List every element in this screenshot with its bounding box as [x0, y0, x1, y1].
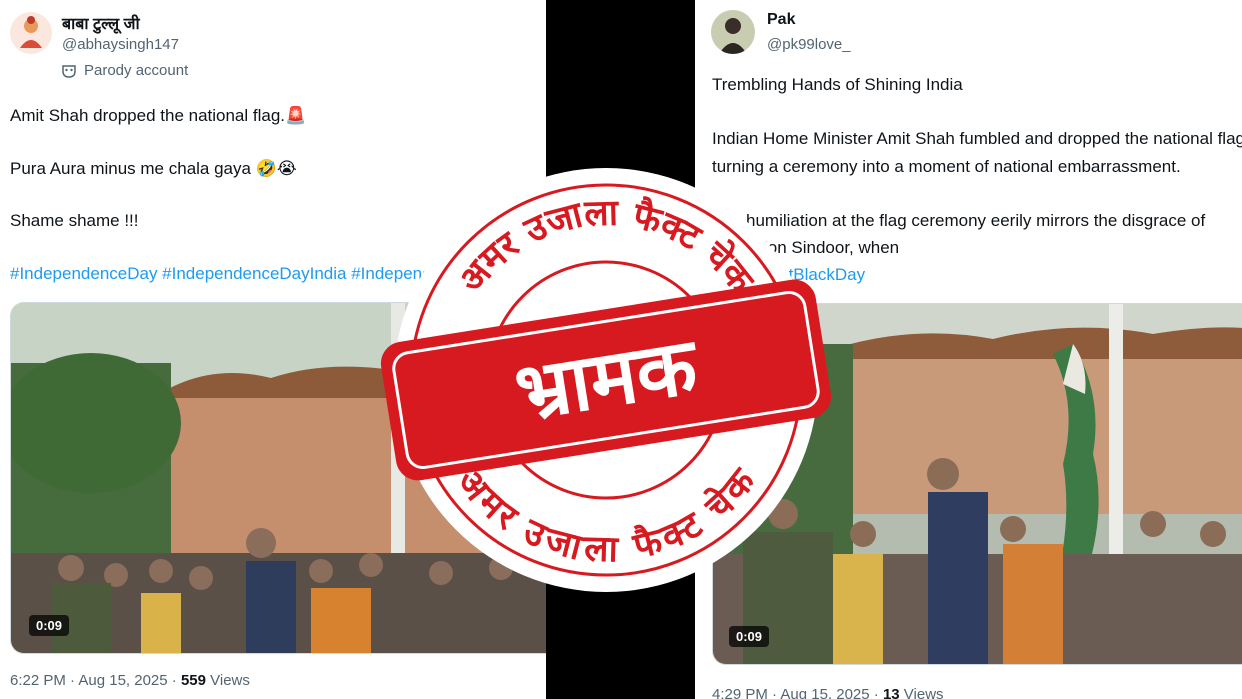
- avatar-illustration-icon: [10, 12, 52, 54]
- parody-account-label: Parody account: [62, 62, 188, 79]
- avatar[interactable]: [10, 12, 52, 54]
- video-duration-badge: 0:09: [729, 626, 770, 647]
- fact-check-stamp: अमर उजाला फैक्ट चेक अमर उजाला फैक्ट चेक …: [380, 168, 832, 592]
- avatar[interactable]: [711, 10, 755, 54]
- user-handle[interactable]: @abhaysingh147: [62, 36, 179, 53]
- tweet-line: Shame shame !!!: [10, 211, 139, 230]
- user-handle[interactable]: @pk99love_: [767, 36, 851, 53]
- parody-label: Parody account: [84, 62, 189, 79]
- tweet-meta: 4:29 PM · Aug 15, 2025 · 13 Views: [712, 686, 944, 699]
- views-count: 13: [882, 686, 900, 699]
- tweet-line: Pura Aura minus me chala gaya 🤣😭: [10, 159, 297, 178]
- views-label: Views: [205, 672, 250, 689]
- views-count: 559: [180, 672, 206, 689]
- tweet-title-line: Trembling Hands of Shining India: [712, 75, 963, 94]
- tweet-timestamp[interactable]: 4:29 PM · Aug 15, 2025 ·: [712, 686, 883, 699]
- tweet-timestamp[interactable]: 6:22 PM · Aug 15, 2025 ·: [10, 672, 181, 689]
- tweet-line: Indian Home Minister Amit Shah fumbled a…: [712, 129, 1242, 148]
- tweet-meta: 6:22 PM · Aug 15, 2025 · 559 Views: [10, 672, 250, 689]
- views-label: Views: [899, 686, 944, 699]
- avatar-photo-icon: [711, 10, 755, 54]
- tweet-line: Amit Shah dropped the national flag.🚨: [10, 106, 307, 125]
- video-duration-badge: 0:09: [29, 615, 70, 636]
- display-name[interactable]: Pak: [767, 11, 795, 29]
- parody-mask-icon: [62, 64, 76, 78]
- display-name[interactable]: बाबा टुल्लू जी: [62, 12, 140, 34]
